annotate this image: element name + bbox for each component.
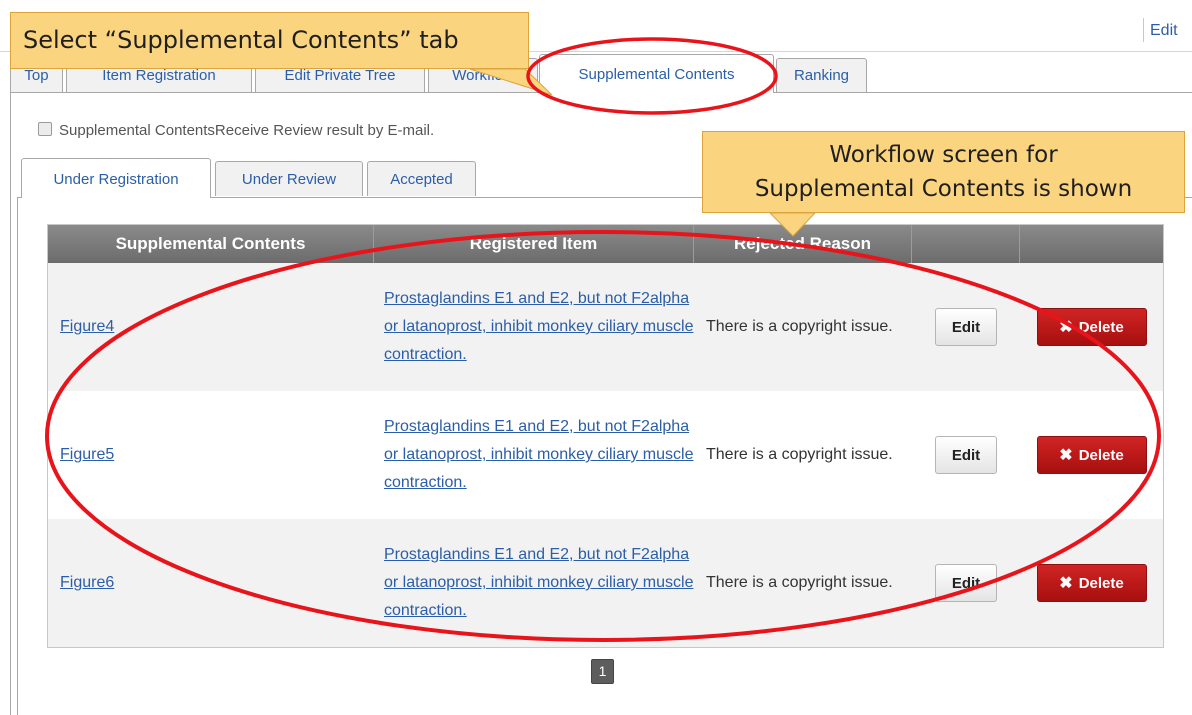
close-x-icon: ✖ — [1059, 575, 1073, 592]
reason-cell: There is a copyright issue. — [694, 263, 912, 391]
registered-item-link[interactable]: Prostaglandins E1 and E2, but not F2alph… — [384, 285, 694, 369]
content-cell: Figure4 — [48, 263, 374, 391]
content-link[interactable]: Figure5 — [60, 441, 114, 469]
sub-content-border — [17, 197, 18, 715]
reason-cell: There is a copyright issue. — [694, 519, 912, 647]
edit-cell: Edit — [912, 519, 1020, 647]
item-cell: Prostaglandins E1 and E2, but not F2alph… — [374, 263, 694, 391]
delete-cell: ✖ Delete — [1020, 391, 1163, 519]
callout-workflow-line1: Workflow screen for — [829, 142, 1058, 168]
callout-select-tab: Select “Supplemental Contents” tab — [10, 12, 529, 69]
rejected-reason-text: There is a copyright issue. — [706, 574, 893, 591]
header-delete-column — [1020, 225, 1163, 263]
table-header: Supplemental Contents Registered Item Re… — [48, 225, 1163, 263]
tab-under-review[interactable]: Under Review — [215, 161, 363, 196]
header-registered-item[interactable]: Registered Item — [374, 225, 694, 263]
pagination-page-1[interactable]: 1 — [591, 659, 614, 684]
edit-cell: Edit — [912, 391, 1020, 519]
rejected-reason-text: There is a copyright issue. — [706, 446, 893, 463]
header-supplemental-contents[interactable]: Supplemental Contents — [48, 225, 374, 263]
tab-ranking[interactable]: Ranking — [776, 58, 867, 92]
edit-button[interactable]: Edit — [935, 308, 997, 346]
header-rejected-reason[interactable]: Rejected Reason — [694, 225, 912, 263]
edit-link[interactable]: Edit — [1150, 22, 1178, 40]
registered-item-link[interactable]: Prostaglandins E1 and E2, but not F2alph… — [384, 413, 694, 497]
callout-workflow-line2: Supplemental Contents is shown — [754, 176, 1133, 202]
tab-supplemental-contents[interactable]: Supplemental Contents — [539, 54, 774, 93]
delete-cell: ✖ Delete — [1020, 519, 1163, 647]
edit-cell: Edit — [912, 263, 1020, 391]
item-cell: Prostaglandins E1 and E2, but not F2alph… — [374, 519, 694, 647]
delete-button[interactable]: ✖ Delete — [1036, 564, 1147, 602]
content-cell: Figure5 — [48, 391, 374, 519]
close-x-icon: ✖ — [1059, 319, 1073, 336]
item-cell: Prostaglandins E1 and E2, but not F2alph… — [374, 391, 694, 519]
content-border — [10, 92, 11, 715]
delete-button[interactable]: ✖ Delete — [1036, 308, 1147, 346]
content-link[interactable]: Figure4 — [60, 313, 114, 341]
supplemental-contents-table: Supplemental Contents Registered Item Re… — [47, 224, 1164, 648]
delete-label: Delete — [1078, 446, 1124, 464]
header-edit-column — [912, 225, 1020, 263]
registered-item-link[interactable]: Prostaglandins E1 and E2, but not F2alph… — [384, 541, 694, 625]
close-x-icon: ✖ — [1059, 447, 1073, 464]
email-notify-option: Supplemental ContentsReceive Review resu… — [38, 122, 434, 139]
tab-accepted[interactable]: Accepted — [367, 161, 476, 196]
callout-workflow-screen: Workflow screen for Supplemental Content… — [702, 131, 1185, 213]
top-bar-separator — [1143, 18, 1144, 42]
table-row: Figure6 Prostaglandins E1 and E2, but no… — [48, 519, 1163, 647]
email-notify-checkbox[interactable] — [38, 122, 52, 136]
delete-label: Delete — [1078, 574, 1124, 592]
tab-under-registration[interactable]: Under Registration — [21, 158, 211, 198]
edit-button[interactable]: Edit — [935, 436, 997, 474]
delete-cell: ✖ Delete — [1020, 263, 1163, 391]
content-link[interactable]: Figure6 — [60, 569, 114, 597]
email-notify-label: Supplemental ContentsReceive Review resu… — [59, 122, 435, 139]
reason-cell: There is a copyright issue. — [694, 391, 912, 519]
table-row: Figure5 Prostaglandins E1 and E2, but no… — [48, 391, 1163, 519]
delete-button[interactable]: ✖ Delete — [1036, 436, 1147, 474]
table-row: Figure4 Prostaglandins E1 and E2, but no… — [48, 263, 1163, 391]
content-cell: Figure6 — [48, 519, 374, 647]
delete-label: Delete — [1078, 318, 1124, 336]
rejected-reason-text: There is a copyright issue. — [706, 318, 893, 335]
edit-button[interactable]: Edit — [935, 564, 997, 602]
